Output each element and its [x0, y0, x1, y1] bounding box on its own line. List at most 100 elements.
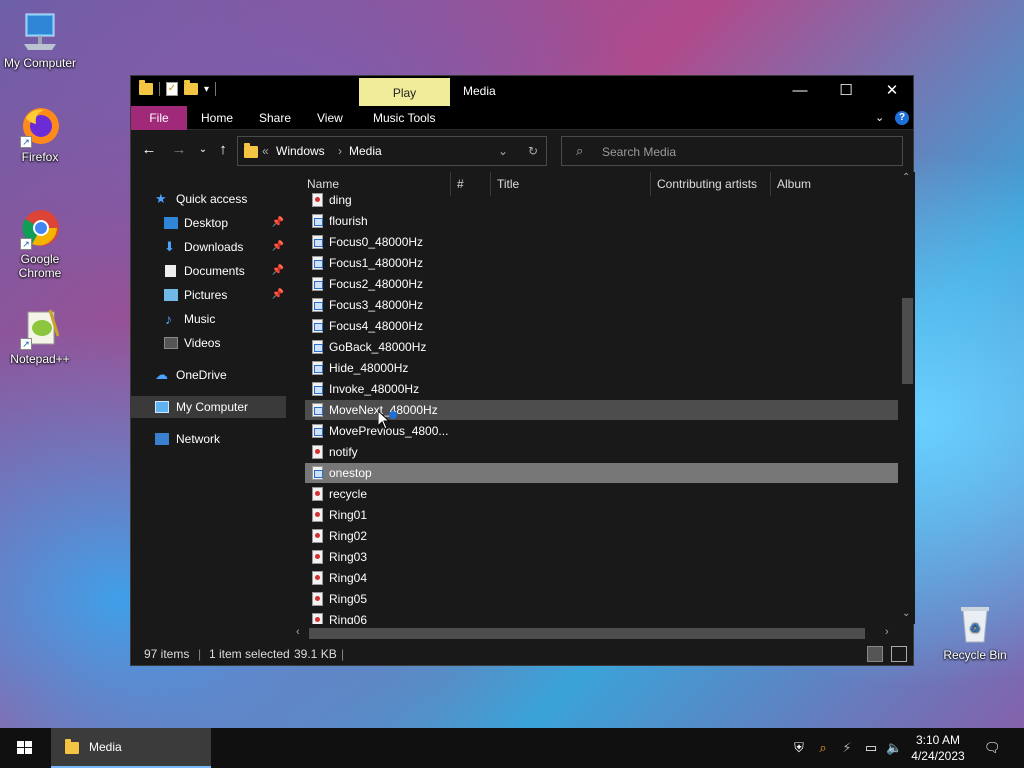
desktop-icon-recycle-bin[interactable]: ♻ Recycle Bin — [935, 602, 1015, 662]
svg-text:♻: ♻ — [970, 621, 981, 635]
desktop-icon-firefox[interactable]: ↗ Firefox — [0, 104, 80, 164]
file-row[interactable]: Hide_48000Hz — [305, 358, 898, 378]
network-icon[interactable]: ▭ — [863, 740, 879, 756]
refresh-icon[interactable]: ↻ — [528, 144, 538, 158]
file-row[interactable]: onestop — [305, 463, 898, 483]
nav-quick-access[interactable]: ★ Quick access — [131, 188, 286, 210]
file-row[interactable]: Ring02 — [305, 526, 898, 546]
file-name: Ring04 — [329, 571, 368, 585]
file-name: Focus0_48000Hz — [329, 235, 424, 249]
expand-ribbon-icon[interactable]: ⌄ — [875, 106, 884, 130]
nav-downloads[interactable]: ⬇ Downloads 📌 — [131, 236, 286, 258]
file-row[interactable]: recycle — [305, 484, 898, 504]
breadcrumb-separator-icon: › — [338, 144, 342, 158]
address-bar[interactable]: « Windows › Media ⌄ ↻ — [237, 136, 547, 166]
tab-home[interactable]: Home — [201, 106, 233, 130]
recent-locations-icon[interactable]: ⌄ — [193, 140, 213, 160]
contextual-tab-play[interactable]: Play — [359, 78, 450, 106]
file-name: Hide_48000Hz — [329, 361, 409, 375]
horizontal-scrollbar[interactable]: ‹ › — [293, 624, 899, 642]
tab-file[interactable]: File — [131, 106, 187, 130]
minimize-button[interactable]: — — [777, 76, 823, 106]
sound-file-icon — [312, 550, 323, 564]
new-folder-icon[interactable] — [184, 80, 198, 95]
desktop-icon-chrome[interactable]: ↗ Google Chrome — [0, 206, 80, 280]
window-title: Media — [463, 84, 496, 98]
navigation-bar: ← → ⌄ ↑ « Windows › Media ⌄ ↻ ⌕ Search M… — [131, 130, 913, 172]
file-name: Ring05 — [329, 592, 368, 606]
maximize-button[interactable]: ☐ — [823, 76, 869, 106]
file-row[interactable]: ding — [305, 190, 898, 210]
file-row[interactable]: notify — [305, 442, 898, 462]
nav-videos[interactable]: Videos — [131, 332, 286, 354]
forward-button[interactable]: → — [169, 140, 189, 160]
file-row[interactable]: Ring05 — [305, 589, 898, 609]
customize-toolbar-icon[interactable]: ▾ — [204, 84, 209, 95]
properties-icon[interactable]: ✓ — [166, 82, 178, 96]
desktop-icon-notepadpp[interactable]: ↗ Notepad++ — [0, 306, 80, 366]
nav-my-computer[interactable]: My Computer — [131, 396, 286, 418]
file-row[interactable]: Ring01 — [305, 505, 898, 525]
tab-share[interactable]: Share — [259, 106, 291, 130]
file-row[interactable]: Ring04 — [305, 568, 898, 588]
desktop-icon-label: My Computer — [3, 56, 77, 70]
file-row[interactable]: GoBack_48000Hz — [305, 337, 898, 357]
help-icon[interactable]: ? — [895, 111, 909, 125]
nav-music[interactable]: ♪ Music — [131, 308, 286, 330]
scroll-up-icon[interactable]: ⌃ — [902, 172, 910, 183]
shortcut-arrow-icon: ↗ — [20, 338, 32, 350]
vertical-scroll-thumb[interactable] — [902, 298, 913, 384]
audio-file-icon — [312, 298, 323, 312]
nav-network[interactable]: Network — [131, 428, 286, 450]
file-name: Focus2_48000Hz — [329, 277, 424, 291]
breadcrumb-overflow[interactable]: « — [262, 144, 269, 158]
pin-icon: 📌 — [271, 265, 284, 276]
notifications-icon[interactable]: 🗨 — [984, 740, 1001, 756]
notepadpp-icon: ↗ — [18, 306, 62, 350]
desktop-icon-my-computer[interactable]: My Computer — [0, 10, 80, 70]
tab-music-tools[interactable]: Music Tools — [373, 106, 435, 130]
file-row[interactable]: Focus2_48000Hz — [305, 274, 898, 294]
chrome-icon: ↗ — [18, 206, 62, 250]
horizontal-scroll-thumb[interactable] — [309, 628, 865, 639]
taskbar-app-media[interactable]: Media — [51, 728, 211, 768]
volume-icon[interactable]: 🔈 — [886, 740, 902, 756]
security-shield-icon[interactable]: ⛨ — [791, 740, 807, 756]
file-row[interactable]: Focus1_48000Hz — [305, 253, 898, 273]
system-clock[interactable]: 3:10 AM 4/24/2023 — [905, 732, 971, 764]
file-row[interactable]: flourish — [305, 211, 898, 231]
scroll-right-icon[interactable]: › — [885, 626, 889, 638]
music-icon: ♪ — [165, 311, 172, 327]
start-button[interactable] — [0, 728, 50, 768]
vertical-scrollbar[interactable]: ⌃ ⌄ — [899, 172, 915, 624]
tab-view[interactable]: View — [317, 106, 343, 130]
details-view-icon[interactable] — [867, 646, 883, 662]
audio-file-icon — [312, 214, 323, 228]
nav-documents[interactable]: Documents 📌 — [131, 260, 286, 282]
large-icons-view-icon[interactable] — [891, 646, 907, 662]
computer-icon — [18, 10, 62, 54]
nav-onedrive[interactable]: ☁ OneDrive — [131, 364, 286, 386]
sort-indicator-icon: ⌃ — [371, 172, 379, 177]
scroll-left-icon[interactable]: ‹ — [296, 626, 300, 638]
back-button[interactable]: ← — [139, 140, 159, 160]
file-row[interactable]: Invoke_48000Hz — [305, 379, 898, 399]
file-row[interactable]: Focus3_48000Hz — [305, 295, 898, 315]
breadcrumb-media[interactable]: Media — [349, 144, 382, 158]
up-button[interactable]: ↑ — [213, 140, 233, 160]
search-box[interactable]: ⌕ Search Media — [561, 136, 903, 166]
explorer-window: ✓ ▾ Play Media — ☐ ✕ File Home Share Vie… — [130, 75, 915, 666]
nav-pictures[interactable]: Pictures 📌 — [131, 284, 286, 306]
desktop-icon-label: Recycle Bin — [943, 648, 1007, 662]
address-dropdown-icon[interactable]: ⌄ — [498, 144, 508, 158]
nav-desktop[interactable]: Desktop 📌 — [131, 212, 286, 234]
breadcrumb-windows[interactable]: Windows — [276, 144, 325, 158]
file-row[interactable]: Focus0_48000Hz — [305, 232, 898, 252]
close-button[interactable]: ✕ — [869, 76, 915, 106]
scroll-down-icon[interactable]: ⌄ — [902, 608, 910, 619]
search-tray-icon[interactable]: ⌕ — [815, 740, 831, 756]
selection-count: 1 item selected — [209, 647, 290, 661]
network-disconnected-icon[interactable]: ⚡ — [839, 740, 855, 756]
file-row[interactable]: Ring03 — [305, 547, 898, 567]
file-row[interactable]: Focus4_48000Hz — [305, 316, 898, 336]
